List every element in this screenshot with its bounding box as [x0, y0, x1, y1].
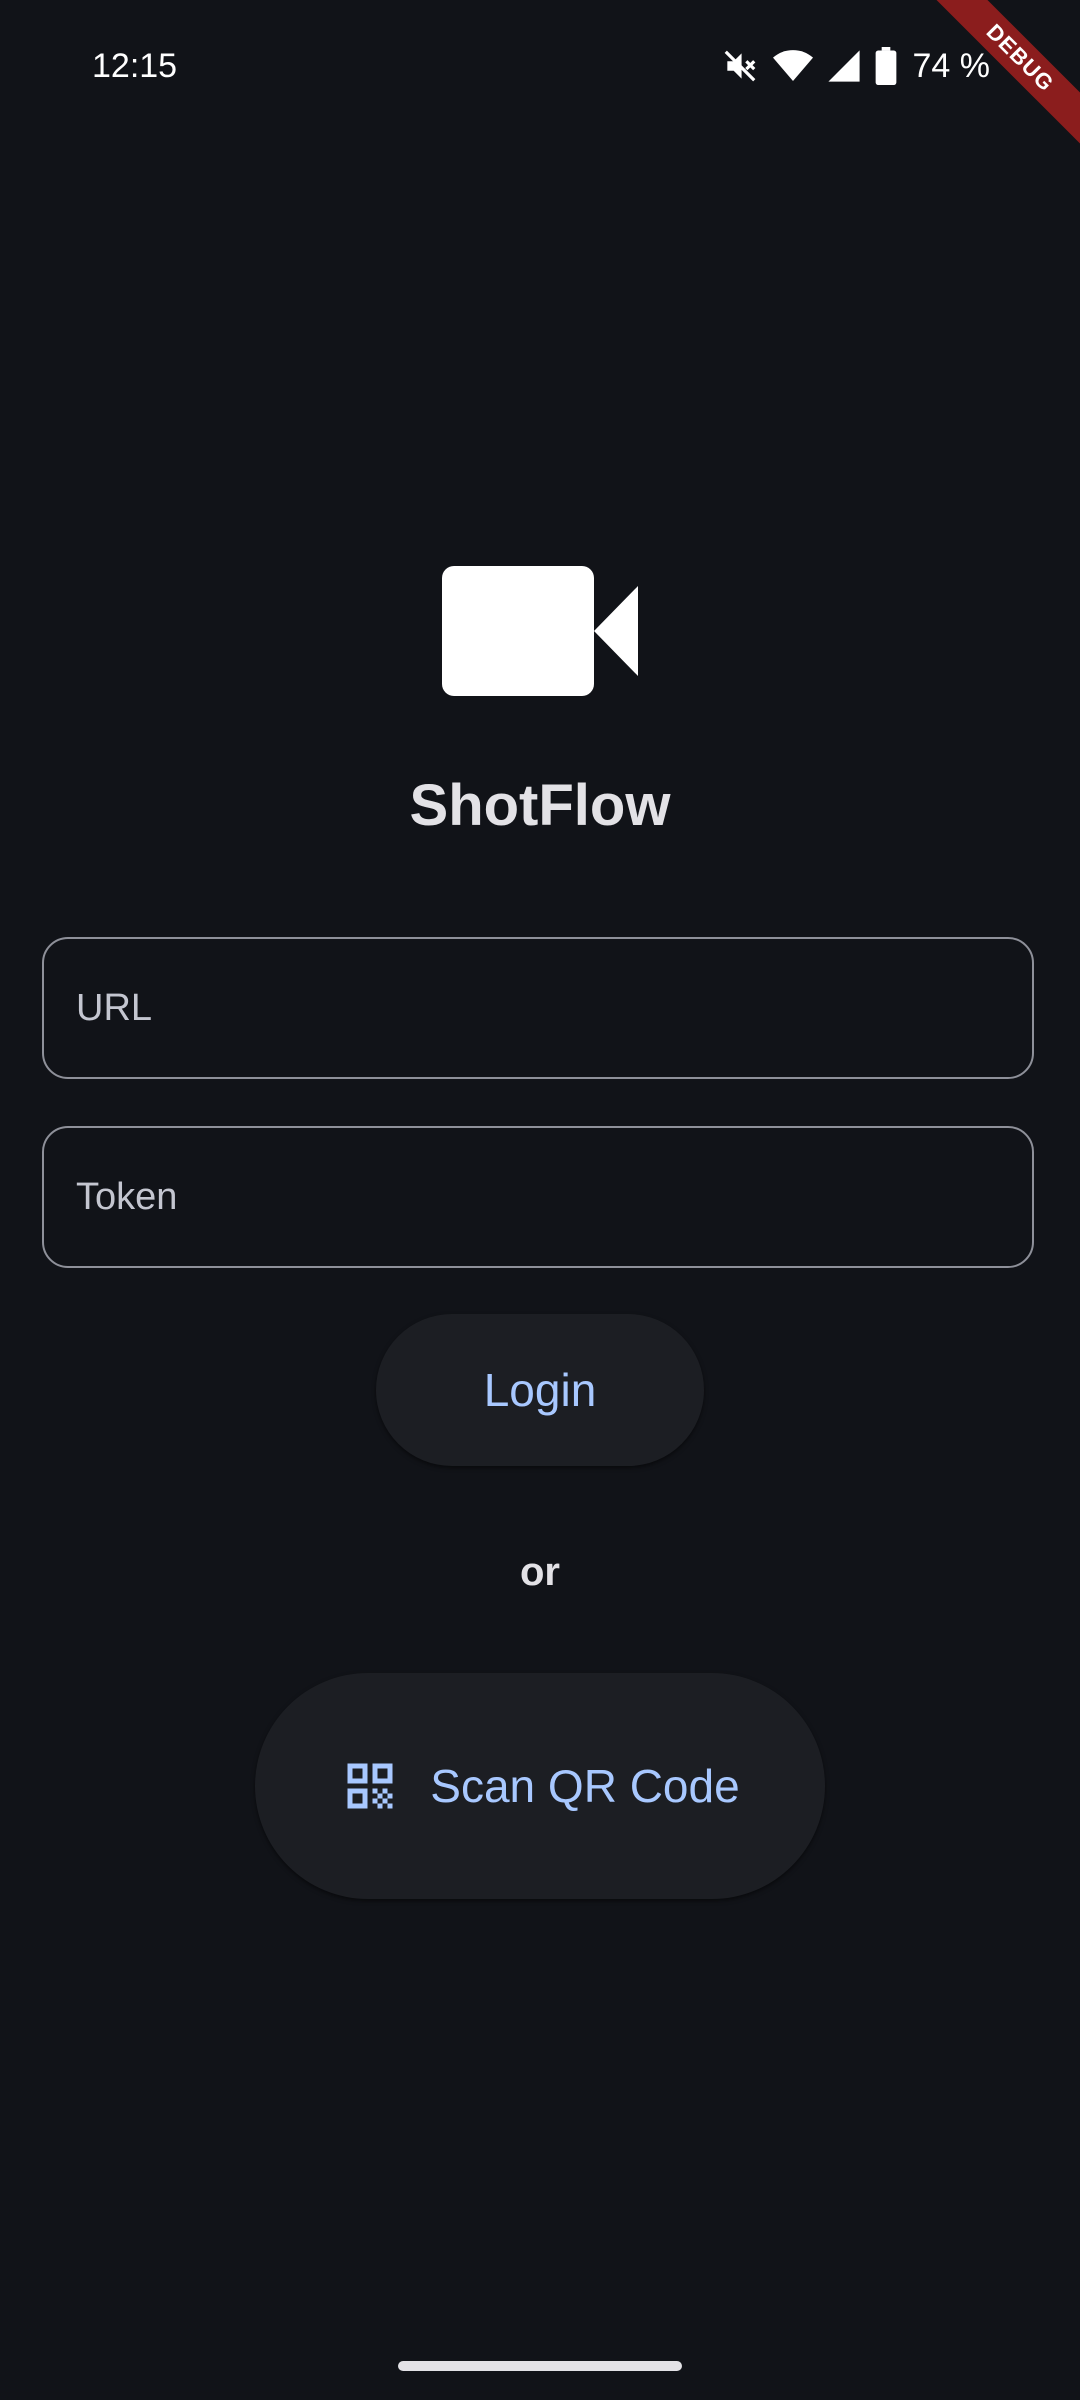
debug-banner: DEBUG	[920, 0, 1080, 160]
home-indicator[interactable]	[398, 2361, 682, 2371]
debug-label: DEBUG	[920, 0, 1080, 160]
url-input[interactable]	[44, 939, 1032, 1077]
qr-code-icon	[340, 1756, 400, 1816]
battery-icon	[875, 47, 897, 85]
mute-icon	[721, 47, 759, 85]
wifi-icon	[772, 49, 813, 83]
status-bar: 12:15 74 %	[0, 0, 1080, 134]
app-title: ShotFlow	[409, 773, 671, 838]
token-field[interactable]	[42, 1126, 1034, 1268]
token-input[interactable]	[44, 1128, 1032, 1266]
signal-icon	[827, 49, 861, 83]
video-camera-icon	[442, 566, 638, 696]
login-button[interactable]: Login	[376, 1314, 704, 1466]
or-divider-text: or	[520, 1550, 560, 1594]
url-field[interactable]	[42, 937, 1034, 1079]
scan-qr-label: Scan QR Code	[430, 1760, 740, 1812]
status-time: 12:15	[92, 47, 178, 85]
login-button-label: Login	[483, 1364, 597, 1416]
scan-qr-button[interactable]: Scan QR Code	[255, 1673, 825, 1899]
